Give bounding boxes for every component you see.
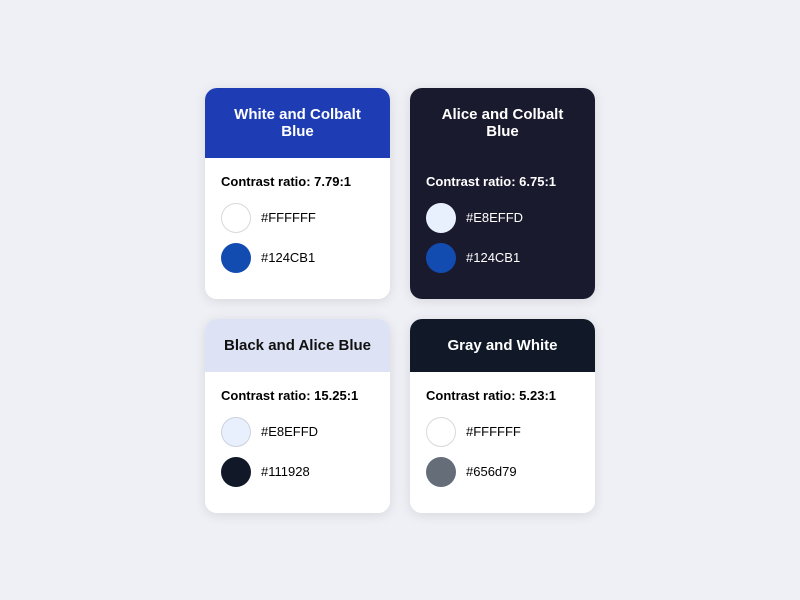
card-body: Contrast ratio: 5.23:1 #FFFFFF #656d79 (410, 372, 595, 513)
contrast-ratio-label: Contrast ratio: 7.79:1 (221, 174, 374, 189)
color-row-1: #E8EFFD (426, 203, 579, 233)
color-swatch (221, 457, 251, 487)
color-swatch (221, 203, 251, 233)
color-card-3: Black and Alice BlueContrast ratio: 15.2… (205, 319, 390, 513)
color-card-1: White and Colbalt BlueContrast ratio: 7.… (205, 88, 390, 299)
color-row-2: #111928 (221, 457, 374, 487)
contrast-ratio-label: Contrast ratio: 15.25:1 (221, 388, 374, 403)
color-hex-label: #124CB1 (261, 250, 315, 265)
color-row-2: #656d79 (426, 457, 579, 487)
color-row-1: #FFFFFF (426, 417, 579, 447)
cards-grid: White and Colbalt BlueContrast ratio: 7.… (185, 68, 615, 533)
card-title: Gray and White (410, 319, 595, 372)
color-swatch (221, 417, 251, 447)
color-swatch (426, 457, 456, 487)
color-hex-label: #E8EFFD (261, 424, 318, 439)
card-title: Alice and Colbalt Blue (410, 88, 595, 158)
card-title: White and Colbalt Blue (205, 88, 390, 158)
color-hex-label: #FFFFFF (261, 210, 316, 225)
color-card-2: Alice and Colbalt BlueContrast ratio: 6.… (410, 88, 595, 299)
contrast-ratio-label: Contrast ratio: 6.75:1 (426, 174, 579, 189)
color-hex-label: #FFFFFF (466, 424, 521, 439)
card-body: Contrast ratio: 6.75:1 #E8EFFD #124CB1 (410, 158, 595, 299)
color-row-1: #E8EFFD (221, 417, 374, 447)
color-row-1: #FFFFFF (221, 203, 374, 233)
color-card-4: Gray and White Contrast ratio: 5.23:1 #FFF… (410, 319, 595, 513)
color-hex-label: #111928 (261, 464, 310, 479)
card-body: Contrast ratio: 7.79:1 #FFFFFF #124CB1 (205, 158, 390, 299)
color-row-2: #124CB1 (221, 243, 374, 273)
color-hex-label: #656d79 (466, 464, 517, 479)
color-swatch (426, 203, 456, 233)
color-row-2: #124CB1 (426, 243, 579, 273)
color-swatch (426, 417, 456, 447)
color-swatch (426, 243, 456, 273)
color-hex-label: #124CB1 (466, 250, 520, 265)
color-hex-label: #E8EFFD (466, 210, 523, 225)
card-title: Black and Alice Blue (205, 319, 390, 372)
card-body: Contrast ratio: 15.25:1 #E8EFFD #111928 (205, 372, 390, 513)
color-swatch (221, 243, 251, 273)
contrast-ratio-label: Contrast ratio: 5.23:1 (426, 388, 579, 403)
